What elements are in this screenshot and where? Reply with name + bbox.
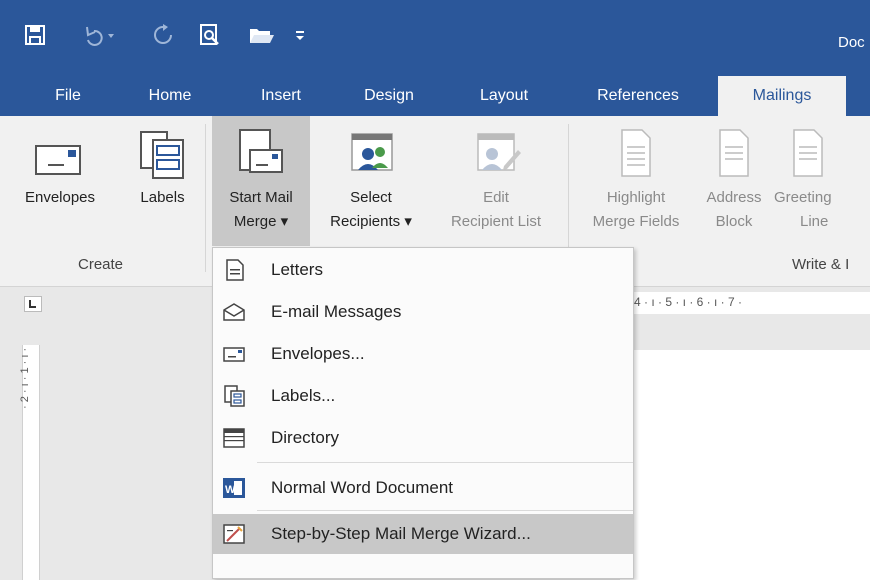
edit-recipient-list-label-2: Recipient List <box>450 213 542 230</box>
tab-selector[interactable] <box>24 296 42 312</box>
edit-recipient-list-button[interactable]: Edit Recipient List <box>430 116 562 246</box>
menu-separator <box>257 510 633 511</box>
menu-item-normal-word-document[interactable]: W Normal Word Document <box>213 468 633 508</box>
vertical-ruler[interactable]: · 2 · ı · 1 · ı · <box>19 345 40 580</box>
document-page[interactable] <box>620 350 870 580</box>
word-doc-icon: W <box>223 478 245 498</box>
select-recipients-label-2: Recipients ▾ <box>330 213 412 230</box>
tab-home[interactable]: Home <box>136 76 204 116</box>
tab-mailings[interactable]: Mailings <box>718 76 846 118</box>
menu-label-letters: Letters <box>271 260 323 279</box>
menu-item-envelopes[interactable]: Envelopes... <box>213 334 633 374</box>
vertical-ruler-marks: · 2 · ı · 1 · ı · <box>19 347 31 409</box>
svg-text:W: W <box>225 484 236 496</box>
menu-item-email[interactable]: E-mail Messages <box>213 292 633 332</box>
highlight-merge-fields-button[interactable]: Highlight Merge Fields <box>574 116 698 246</box>
menu-item-mail-merge-wizard[interactable]: Step-by-Step Mail Merge Wizard... <box>213 514 633 554</box>
edit-recipient-list-icon <box>477 133 521 171</box>
email-icon <box>223 303 245 321</box>
tab-insert[interactable]: Insert <box>246 76 316 116</box>
redo-icon[interactable] <box>150 20 176 50</box>
envelopes-label: Envelopes <box>24 189 96 206</box>
edit-recipient-list-label-1: Edit <box>483 189 509 206</box>
labels-icon <box>140 131 184 179</box>
menu-label-normal-word-document: Normal Word Document <box>271 478 454 497</box>
menu-item-directory[interactable]: Directory <box>213 418 633 458</box>
highlight-label-1: Highlight <box>606 189 666 206</box>
horizontal-ruler-marks: 4 · ı · 5 · ı · 6 · ı · 7 · <box>634 295 743 309</box>
write-group-label: Write & I <box>792 256 850 273</box>
select-recipients-icon <box>351 133 393 171</box>
address-label-2: Block <box>715 213 753 230</box>
letter-icon <box>226 259 244 281</box>
horizontal-ruler-text-area: 4 · ı · 5 · ı · 6 · ı · 7 · <box>620 292 870 314</box>
menu-separator <box>257 462 633 463</box>
menu-label-labels: Labels... <box>271 386 336 405</box>
address-label-1: Address <box>706 189 762 206</box>
envelope-icon <box>223 347 245 362</box>
start-mail-merge-menu: Letters E-mail Messages Envelopes... Lab… <box>212 247 634 579</box>
title-bar: Doc <box>0 0 870 76</box>
highlight-label-2: Merge Fields <box>592 213 680 230</box>
tab-references[interactable]: References <box>580 76 696 116</box>
print-preview-icon[interactable] <box>196 20 224 50</box>
labels-label: Labels <box>140 189 185 206</box>
group-separator <box>205 124 206 272</box>
menu-item-letters[interactable]: Letters <box>213 250 633 290</box>
envelopes-button[interactable]: Envelopes <box>0 116 120 231</box>
start-mail-merge-icon <box>239 129 283 173</box>
start-mail-merge-label-2: Merge ▾ <box>233 213 289 230</box>
select-recipients-button[interactable]: Select Recipients ▾ <box>312 116 430 246</box>
menu-item-labels[interactable]: Labels... <box>213 376 633 416</box>
customize-icon[interactable] <box>290 20 310 50</box>
directory-icon <box>223 428 245 448</box>
labels-button[interactable]: Labels <box>125 116 200 231</box>
create-group-label: Create <box>78 256 124 273</box>
tab-file[interactable]: File <box>34 76 102 116</box>
wizard-icon <box>223 524 245 544</box>
start-mail-merge-button[interactable]: Start Mail Merge ▾ <box>212 116 310 246</box>
start-mail-merge-label-1: Start Mail <box>229 189 293 206</box>
greeting-label-1: Greeting <box>774 189 832 206</box>
envelope-icon <box>35 145 81 175</box>
greeting-line-icon <box>793 129 823 177</box>
menu-label-email: E-mail Messages <box>271 302 402 321</box>
tab-design[interactable]: Design <box>350 76 428 116</box>
save-icon[interactable] <box>22 20 48 50</box>
labels-icon <box>224 385 245 407</box>
ribbon-tabs: File Home Insert Design Layout Reference… <box>0 76 870 118</box>
menu-label-mail-merge-wizard: Step-by-Step Mail Merge Wizard... <box>271 524 531 543</box>
window-title: Doc <box>838 34 865 51</box>
greeting-line-button[interactable]: Greeting Line <box>770 116 870 246</box>
undo-icon[interactable] <box>78 20 118 50</box>
address-block-icon <box>719 129 749 177</box>
tab-layout[interactable]: Layout <box>468 76 540 116</box>
address-block-button[interactable]: Address Block <box>698 116 770 246</box>
menu-label-envelopes: Envelopes... <box>271 344 365 363</box>
menu-label-directory: Directory <box>271 428 340 447</box>
highlight-merge-fields-icon <box>621 129 651 177</box>
open-folder-icon[interactable] <box>246 20 276 50</box>
greeting-label-2: Line <box>800 213 829 230</box>
select-recipients-label-1: Select <box>350 189 392 206</box>
